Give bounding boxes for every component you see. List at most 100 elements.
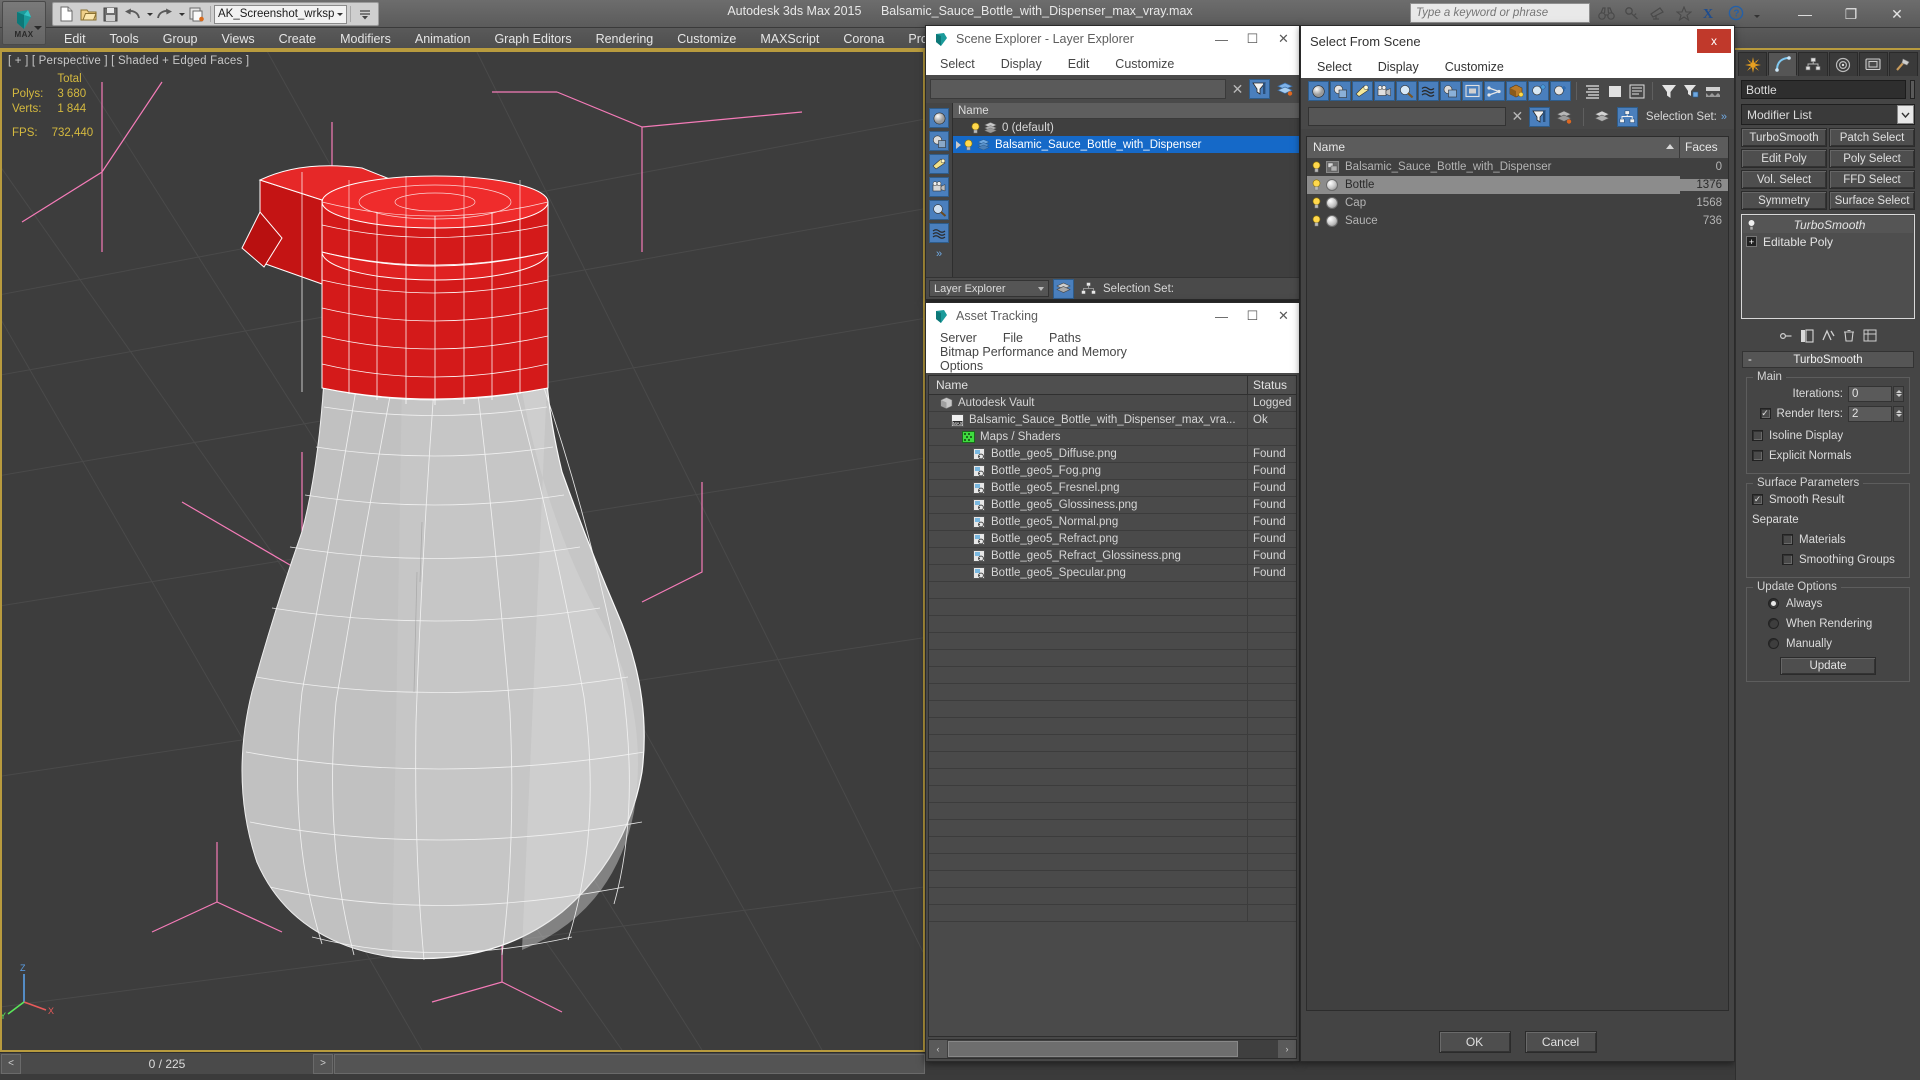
qat-overflow-icon[interactable] xyxy=(354,4,375,25)
menu-create[interactable]: Create xyxy=(267,28,329,50)
undo-icon[interactable] xyxy=(122,4,143,25)
scroll-thumb[interactable] xyxy=(948,1041,1238,1057)
workspace-selector[interactable]: AK_Screenshot_wrksp xyxy=(214,4,348,24)
update-button[interactable]: Update xyxy=(1780,657,1876,675)
make-unique-icon[interactable] xyxy=(1821,328,1836,343)
pin-stack-icon[interactable] xyxy=(1779,328,1794,343)
close-button[interactable]: ✕ xyxy=(1874,0,1920,28)
key-icon[interactable] xyxy=(1621,2,1643,24)
asset-row-empty[interactable] xyxy=(929,667,1296,684)
render-iters-checkbox[interactable]: ✓ xyxy=(1759,408,1771,419)
se-menu-display[interactable]: Display xyxy=(1001,57,1042,71)
asset-row[interactable]: Bottle_geo5_Refract_Glossiness.png Found xyxy=(929,548,1296,565)
asset-row[interactable]: Bottle_geo5_Diffuse.png Found xyxy=(929,446,1296,463)
asset-row[interactable]: Bottle_geo5_Glossiness.png Found xyxy=(929,497,1296,514)
asset-row-empty[interactable] xyxy=(929,803,1296,820)
se-menu-select[interactable]: Select xyxy=(940,57,975,71)
asset-tracking-minimize[interactable]: — xyxy=(1206,303,1237,329)
asset-row-empty[interactable] xyxy=(929,735,1296,752)
open-icon[interactable] xyxy=(78,4,99,25)
layer-row-default[interactable]: 0 (default) xyxy=(953,119,1299,136)
when-rendering-radio[interactable] xyxy=(1768,618,1779,629)
asset-row-empty[interactable] xyxy=(929,905,1296,922)
iterations-spinner[interactable] xyxy=(1893,385,1904,402)
modifier-button-ffd-select[interactable]: FFD Select xyxy=(1829,170,1915,189)
groups-icon[interactable] xyxy=(1440,81,1461,101)
light-bulb-icon[interactable] xyxy=(1746,218,1757,231)
modifier-button-poly-select[interactable]: Poly Select xyxy=(1829,149,1915,168)
asset-row-empty[interactable] xyxy=(929,701,1296,718)
containers-icon[interactable] xyxy=(1506,81,1527,101)
collapse-all-icon[interactable] xyxy=(1604,81,1625,101)
scroll-left-button[interactable]: ‹ xyxy=(929,1040,947,1058)
asset-row[interactable]: Bottle_geo5_Refract.png Found xyxy=(929,531,1296,548)
asset-tracking-window[interactable]: Asset Tracking — ☐ ✕ Server File Paths B… xyxy=(925,302,1300,1062)
hierarchy-icon[interactable] xyxy=(1616,106,1638,127)
manually-radio[interactable] xyxy=(1768,638,1779,649)
asset-tracking-maximize[interactable]: ☐ xyxy=(1237,303,1268,329)
sfs-column-name[interactable]: Name xyxy=(1307,137,1680,158)
geometry-icon[interactable] xyxy=(929,108,949,128)
spacewarps-icon[interactable] xyxy=(929,223,949,243)
new-icon[interactable] xyxy=(56,4,77,25)
asset-column-status[interactable]: Status xyxy=(1248,376,1296,394)
sfs-menu-display[interactable]: Display xyxy=(1378,60,1419,74)
asset-row-empty[interactable] xyxy=(929,684,1296,701)
layer-row-selected[interactable]: Balsamic_Sauce_Bottle_with_Dispenser xyxy=(953,136,1299,153)
sort-ascending-icon[interactable] xyxy=(1666,144,1674,149)
stack-item-editable-poly[interactable]: + Editable Poly xyxy=(1743,233,1913,250)
cameras-icon[interactable] xyxy=(929,177,949,197)
asset-row-empty[interactable] xyxy=(929,718,1296,735)
configure-sets-icon[interactable] xyxy=(1863,328,1878,343)
scene-explorer-search-input[interactable] xyxy=(930,79,1226,99)
chevron-down-icon[interactable] xyxy=(1897,105,1914,124)
help-icon[interactable]: ? xyxy=(1725,2,1747,24)
modifier-button-edit-poly[interactable]: Edit Poly xyxy=(1741,149,1827,168)
motion-tab[interactable] xyxy=(1828,52,1858,76)
close-icon[interactable]: x xyxy=(1697,29,1731,53)
star-icon[interactable] xyxy=(1673,2,1695,24)
menu-customize[interactable]: Customize xyxy=(665,28,748,50)
light-bulb-icon[interactable] xyxy=(1311,215,1324,227)
asset-row[interactable]: Bottle_geo5_Specular.png Found xyxy=(929,565,1296,582)
table-row[interactable]: Sauce 736 xyxy=(1307,212,1728,230)
bones-icon[interactable] xyxy=(1484,81,1505,101)
asset-tracking-title-bar[interactable]: Asset Tracking — ☐ ✕ xyxy=(926,303,1299,329)
asset-row[interactable]: Bottle_geo5_Normal.png Found xyxy=(929,514,1296,531)
table-row[interactable]: Bottle 1376 xyxy=(1307,176,1728,194)
timeline-next-button[interactable]: > xyxy=(313,1053,333,1074)
light-bulb-icon[interactable] xyxy=(1311,179,1324,191)
cameras-icon[interactable] xyxy=(1374,81,1395,101)
explicit-normals-checkbox[interactable] xyxy=(1752,450,1763,461)
asset-row-empty[interactable] xyxy=(929,769,1296,786)
maximize-button[interactable]: ❐ xyxy=(1828,0,1874,28)
timeline-prev-button[interactable]: < xyxy=(1,1053,21,1074)
light-bulb-icon[interactable] xyxy=(1311,161,1324,173)
layer-stack-icon[interactable] xyxy=(1592,107,1613,127)
modifier-button-vol-select[interactable]: Vol. Select xyxy=(1741,170,1827,189)
materials-checkbox[interactable] xyxy=(1782,534,1793,545)
select-from-scene-object-grid[interactable]: Name Faces Balsamic_Sauce_Bottle_with_Di… xyxy=(1306,136,1729,1011)
scene-explorer-column-name[interactable]: Name xyxy=(953,103,1299,119)
perspective-viewport[interactable]: Z X Y [ + ] [ Perspective ] [ Shaded + E… xyxy=(0,50,925,1052)
cancel-button[interactable]: Cancel xyxy=(1524,1031,1597,1053)
more-icon[interactable]: » xyxy=(1721,111,1727,123)
filter-icon[interactable] xyxy=(1658,81,1679,101)
undo-dropdown-arrow[interactable] xyxy=(147,12,153,16)
frozen-icon[interactable] xyxy=(1550,81,1571,101)
expand-triangle-icon[interactable] xyxy=(956,140,961,149)
filter-selected-icon[interactable] xyxy=(1680,81,1701,101)
filter-toggle-icon[interactable] xyxy=(1528,106,1550,127)
light-bulb-icon[interactable] xyxy=(1311,197,1324,209)
asset-row[interactable]: Bottle_geo5_Fresnel.png Found xyxy=(929,480,1296,497)
help-dropdown-arrow[interactable] xyxy=(1754,14,1760,18)
at-menu-file[interactable]: File xyxy=(1003,331,1023,345)
satellite-icon[interactable] xyxy=(1647,2,1669,24)
asset-row-empty[interactable] xyxy=(929,599,1296,616)
asset-row[interactable]: Bottle_geo5_Fog.png Found xyxy=(929,463,1296,480)
filter-toggle-icon[interactable] xyxy=(1249,79,1270,99)
shapes-icon[interactable] xyxy=(929,131,949,151)
chevron-down-icon[interactable] xyxy=(1038,286,1044,291)
menu-modifiers[interactable]: Modifiers xyxy=(328,28,403,50)
layers-icon[interactable] xyxy=(1554,107,1575,127)
